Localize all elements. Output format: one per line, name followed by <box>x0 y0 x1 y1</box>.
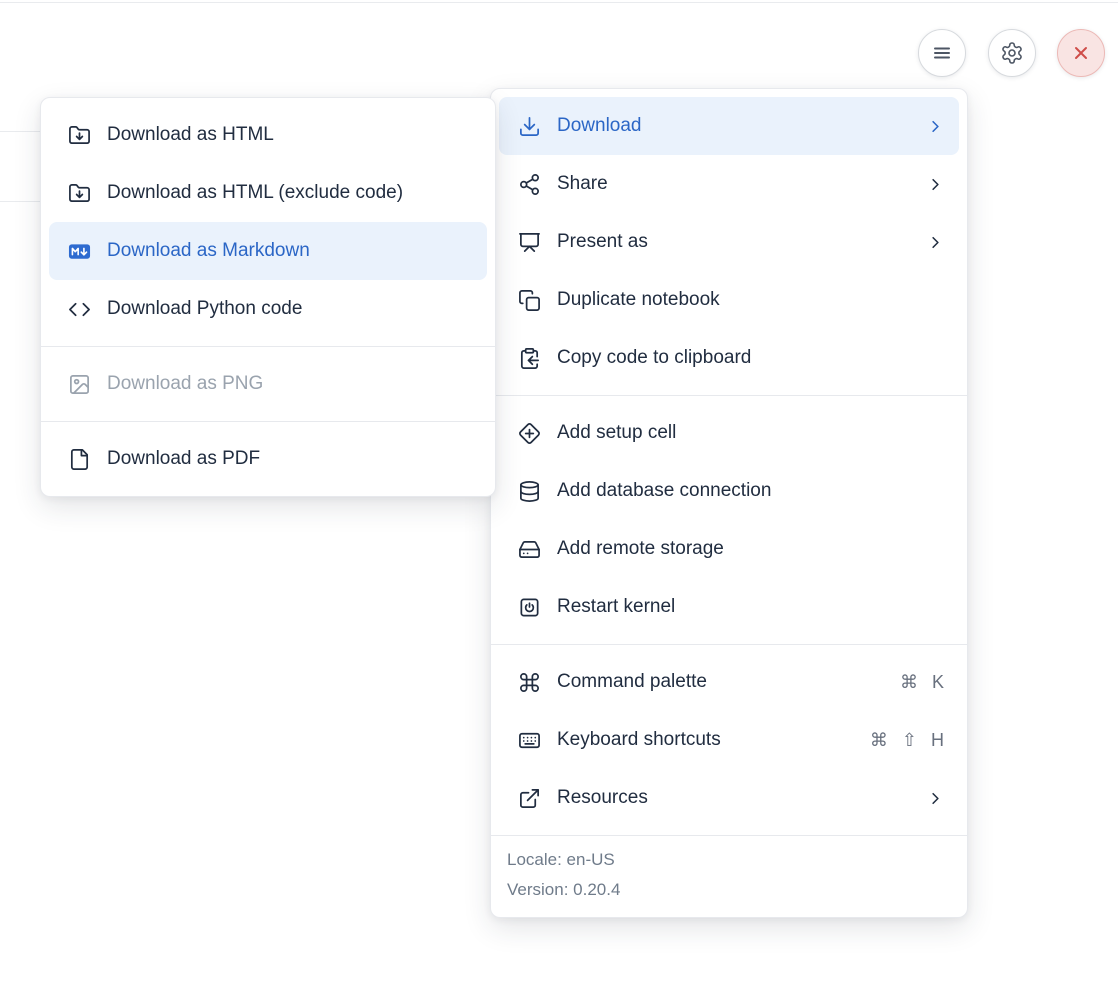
menu-item-label: Download as Markdown <box>107 240 473 262</box>
background-cell-border <box>0 201 44 202</box>
submenu-item-download-markdown[interactable]: Download as Markdown <box>49 222 487 280</box>
chevron-right-icon <box>926 117 945 136</box>
notebook-menu: Download Share Present as Duplicate note… <box>490 88 968 918</box>
image-icon <box>67 372 91 396</box>
gear-icon <box>1000 41 1024 65</box>
menu-item-label: Share <box>557 173 916 195</box>
menu-item-present-as[interactable]: Present as <box>499 213 959 271</box>
menu-item-copy-code[interactable]: Copy code to clipboard <box>499 329 959 387</box>
database-icon <box>517 479 541 503</box>
download-submenu: Download as HTML Download as HTML (exclu… <box>40 97 496 497</box>
chevron-right-icon <box>926 233 945 252</box>
menu-item-label: Restart kernel <box>557 596 945 618</box>
menu-item-label: Duplicate notebook <box>557 289 945 311</box>
submenu-item-download-html-exclude-code[interactable]: Download as HTML (exclude code) <box>49 164 487 222</box>
diamond-plus-icon <box>517 421 541 445</box>
hard-drive-icon <box>517 537 541 561</box>
notebook-menu-button[interactable] <box>918 29 966 77</box>
menu-footer: Locale: en-US Version: 0.20.4 <box>491 835 967 917</box>
menu-item-label: Command palette <box>557 671 900 693</box>
settings-button[interactable] <box>988 29 1036 77</box>
menu-item-keyboard-shortcuts[interactable]: Keyboard shortcuts ⌘ ⇧ H <box>499 711 959 769</box>
command-icon <box>517 670 541 694</box>
menu-item-label: Download as HTML (exclude code) <box>107 182 473 204</box>
download-icon <box>517 114 541 138</box>
chevron-right-icon <box>926 175 945 194</box>
presentation-icon <box>517 230 541 254</box>
submenu-item-download-png: Download as PNG <box>49 355 487 413</box>
shortcut-hint: ⌘ ⇧ H <box>870 730 945 751</box>
menu-item-duplicate-notebook[interactable]: Duplicate notebook <box>499 271 959 329</box>
markdown-badge-icon <box>67 239 91 263</box>
close-button[interactable] <box>1057 29 1105 77</box>
menu-item-command-palette[interactable]: Command palette ⌘ K <box>499 653 959 711</box>
code-icon <box>67 297 91 321</box>
submenu-item-download-python-code[interactable]: Download Python code <box>49 280 487 338</box>
keyboard-icon <box>517 728 541 752</box>
version-text: Version: 0.20.4 <box>507 875 951 905</box>
menu-item-add-setup-cell[interactable]: Add setup cell <box>499 404 959 462</box>
menu-item-restart-kernel[interactable]: Restart kernel <box>499 578 959 636</box>
menu-divider <box>491 644 967 645</box>
menu-item-label: Download as HTML <box>107 124 473 146</box>
external-link-icon <box>517 786 541 810</box>
menu-item-share[interactable]: Share <box>499 155 959 213</box>
page-top-border <box>0 2 1118 3</box>
menu-item-label: Download as PDF <box>107 448 473 470</box>
menu-divider <box>491 395 967 396</box>
menu-item-label: Copy code to clipboard <box>557 347 945 369</box>
menu-item-download[interactable]: Download <box>499 97 959 155</box>
menu-item-label: Keyboard shortcuts <box>557 729 870 751</box>
menu-item-label: Download Python code <box>107 298 473 320</box>
menu-divider <box>41 346 495 347</box>
chevron-right-icon <box>926 789 945 808</box>
menu-item-add-remote-storage[interactable]: Add remote storage <box>499 520 959 578</box>
menu-item-label: Present as <box>557 231 916 253</box>
submenu-item-download-pdf[interactable]: Download as PDF <box>49 430 487 488</box>
folder-down-icon <box>67 181 91 205</box>
menu-item-label: Add database connection <box>557 480 945 502</box>
background-cell-border <box>0 131 44 132</box>
locale-text: Locale: en-US <box>507 845 951 875</box>
close-icon <box>1069 41 1093 65</box>
submenu-item-download-html[interactable]: Download as HTML <box>49 106 487 164</box>
hamburger-icon <box>930 41 954 65</box>
folder-down-icon <box>67 123 91 147</box>
menu-item-label: Add setup cell <box>557 422 945 444</box>
menu-item-label: Add remote storage <box>557 538 945 560</box>
shortcut-hint: ⌘ K <box>900 672 945 693</box>
share-icon <box>517 172 541 196</box>
menu-divider <box>41 421 495 422</box>
power-icon <box>517 595 541 619</box>
clipboard-copy-icon <box>517 346 541 370</box>
menu-item-resources[interactable]: Resources <box>499 769 959 827</box>
menu-item-label: Download <box>557 115 916 137</box>
menu-item-label: Resources <box>557 787 916 809</box>
file-icon <box>67 447 91 471</box>
menu-item-add-database-connection[interactable]: Add database connection <box>499 462 959 520</box>
menu-item-label: Download as PNG <box>107 373 473 395</box>
duplicate-icon <box>517 288 541 312</box>
